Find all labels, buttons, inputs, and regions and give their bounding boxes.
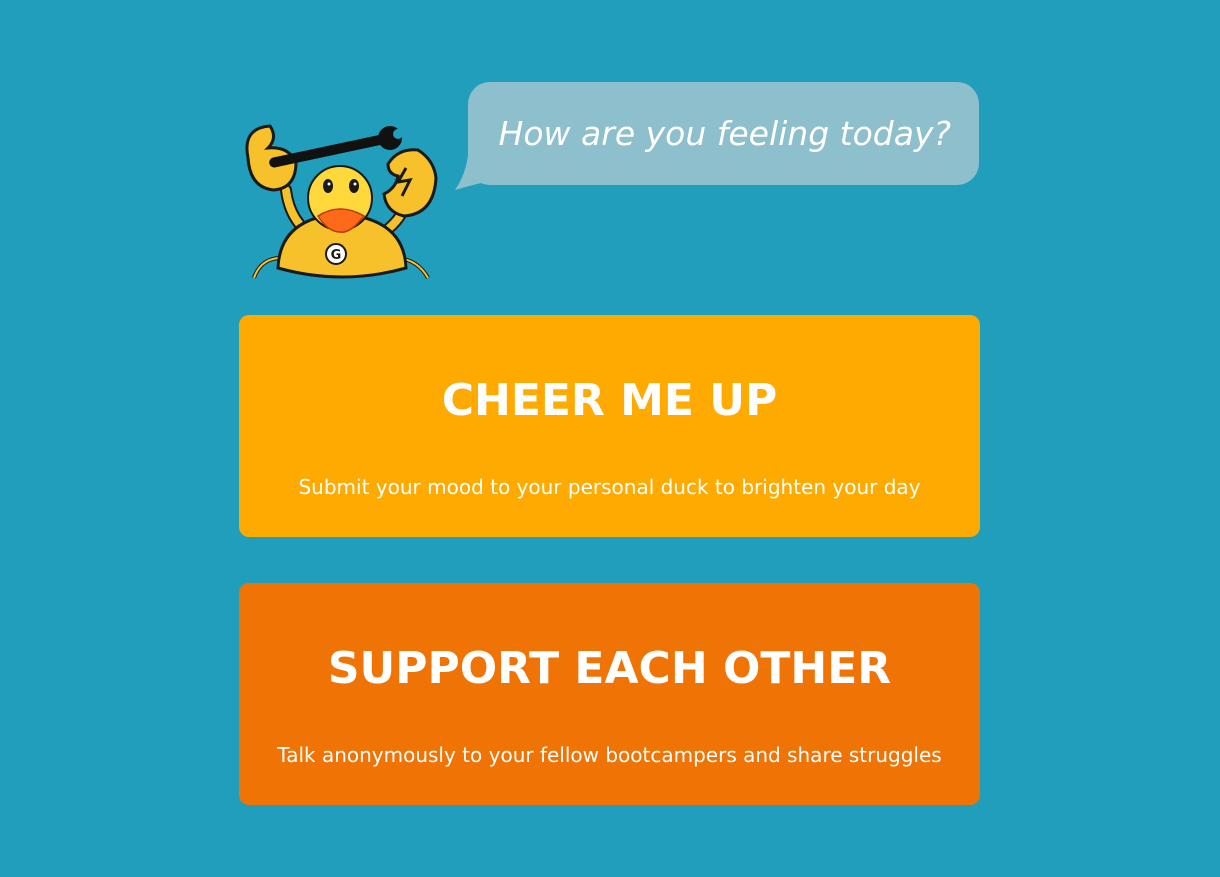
greeting-question: How are you feeling today? xyxy=(498,114,951,153)
mascot-logo: G xyxy=(238,118,444,290)
cheer-me-up-title: CHEER ME UP xyxy=(441,375,778,426)
cheer-me-up-button[interactable]: CHEER ME UP Submit your mood to your per… xyxy=(239,315,980,537)
support-each-other-description: Talk anonymously to your fellow bootcamp… xyxy=(277,743,942,767)
support-each-other-title: SUPPORT EACH OTHER xyxy=(327,643,892,694)
cheer-me-up-description: Submit your mood to your personal duck t… xyxy=(298,475,921,499)
support-each-other-button[interactable]: SUPPORT EACH OTHER Talk anonymously to y… xyxy=(239,583,980,805)
rubber-duck-crab-mascot-icon: G xyxy=(245,124,438,280)
speech-bubble: How are you feeling today? xyxy=(468,82,979,185)
mascot-badge-letter: G xyxy=(331,248,342,263)
